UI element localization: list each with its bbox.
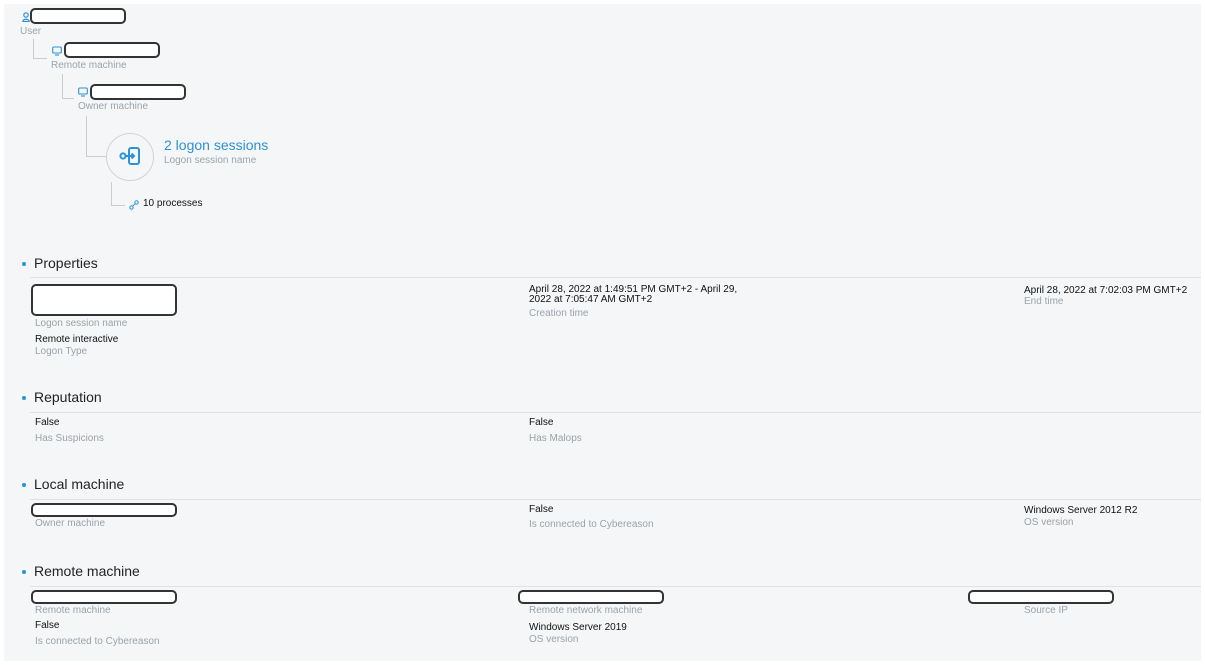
tree-connector bbox=[33, 39, 47, 59]
local-os-value: Windows Server 2012 R2 bbox=[1024, 505, 1138, 516]
has-malops-value: False bbox=[529, 417, 554, 428]
user-label: User bbox=[20, 26, 42, 37]
logon-type-value: Remote interactive bbox=[35, 334, 119, 345]
remote-machine-redacted[interactable] bbox=[64, 42, 160, 58]
remote-os-label: OS version bbox=[529, 634, 579, 645]
monitor-icon bbox=[52, 46, 62, 58]
reputation-title: Reputation bbox=[34, 389, 102, 405]
processes-count[interactable]: 10 processes bbox=[143, 198, 202, 209]
remote-machine-field-label: Remote machine bbox=[35, 605, 111, 616]
logon-type-label: Logon Type bbox=[35, 346, 88, 357]
remote-machine-name-redacted[interactable] bbox=[31, 590, 177, 604]
creation-time-value: April 28, 2022 at 1:49:51 PM GMT+2 - Apr… bbox=[529, 284, 738, 305]
logon-session-name-label: Logon session name bbox=[35, 318, 128, 329]
end-time-value: April 28, 2022 at 7:02:03 PM GMT+2 bbox=[1024, 285, 1188, 296]
creation-time-label: Creation time bbox=[529, 308, 589, 319]
remote-os-value: Windows Server 2019 bbox=[529, 622, 627, 633]
tree-connector bbox=[62, 74, 74, 99]
has-malops-label: Has Malops bbox=[529, 433, 582, 444]
remote-network-machine-label: Remote network machine bbox=[529, 605, 643, 616]
section-bullet bbox=[22, 570, 26, 574]
logon-session-node[interactable] bbox=[106, 133, 154, 181]
section-divider bbox=[30, 412, 1201, 413]
remote-machine-title: Remote machine bbox=[34, 563, 140, 579]
has-suspicions-value: False bbox=[35, 417, 60, 428]
local-machine-title: Local machine bbox=[34, 476, 125, 492]
monitor-icon bbox=[78, 87, 88, 99]
logon-session-panel: User Remote machine Owner machine 2 logo… bbox=[4, 4, 1201, 661]
local-connected-label: Is connected to Cybereason bbox=[529, 519, 654, 530]
properties-title: Properties bbox=[34, 255, 98, 271]
remote-connected-value: False bbox=[35, 620, 60, 631]
processes-icon bbox=[129, 200, 139, 212]
owner-machine-redacted[interactable] bbox=[90, 84, 186, 100]
remote-machine-label: Remote machine bbox=[51, 60, 127, 71]
local-owner-machine-label: Owner machine bbox=[35, 518, 106, 529]
logon-session-icon bbox=[119, 147, 140, 165]
source-ip-redacted[interactable] bbox=[968, 590, 1114, 604]
user-name-redacted[interactable] bbox=[30, 8, 126, 24]
owner-machine-label: Owner machine bbox=[78, 101, 149, 112]
remote-connected-label: Is connected to Cybereason bbox=[35, 636, 160, 647]
local-connected-value: False bbox=[529, 504, 554, 515]
user-icon bbox=[22, 12, 30, 24]
has-suspicions-label: Has Suspicions bbox=[35, 433, 104, 444]
section-divider bbox=[30, 277, 1201, 278]
end-time-label: End time bbox=[1024, 296, 1064, 307]
logon-session-name-redacted[interactable] bbox=[31, 284, 177, 316]
section-bullet bbox=[22, 262, 26, 266]
section-divider bbox=[30, 499, 1201, 500]
section-bullet bbox=[22, 396, 26, 400]
sessions-subtitle: Logon session name bbox=[164, 155, 257, 166]
section-bullet bbox=[22, 483, 26, 487]
local-owner-machine-redacted[interactable] bbox=[31, 503, 177, 517]
remote-network-machine-redacted[interactable] bbox=[518, 590, 664, 604]
source-ip-label: Source IP bbox=[1024, 605, 1068, 616]
tree-connector bbox=[86, 116, 106, 157]
tree-connector bbox=[111, 182, 125, 206]
sessions-title[interactable]: 2 logon sessions bbox=[164, 137, 268, 153]
local-os-label: OS version bbox=[1024, 517, 1074, 528]
section-divider bbox=[30, 586, 1201, 587]
